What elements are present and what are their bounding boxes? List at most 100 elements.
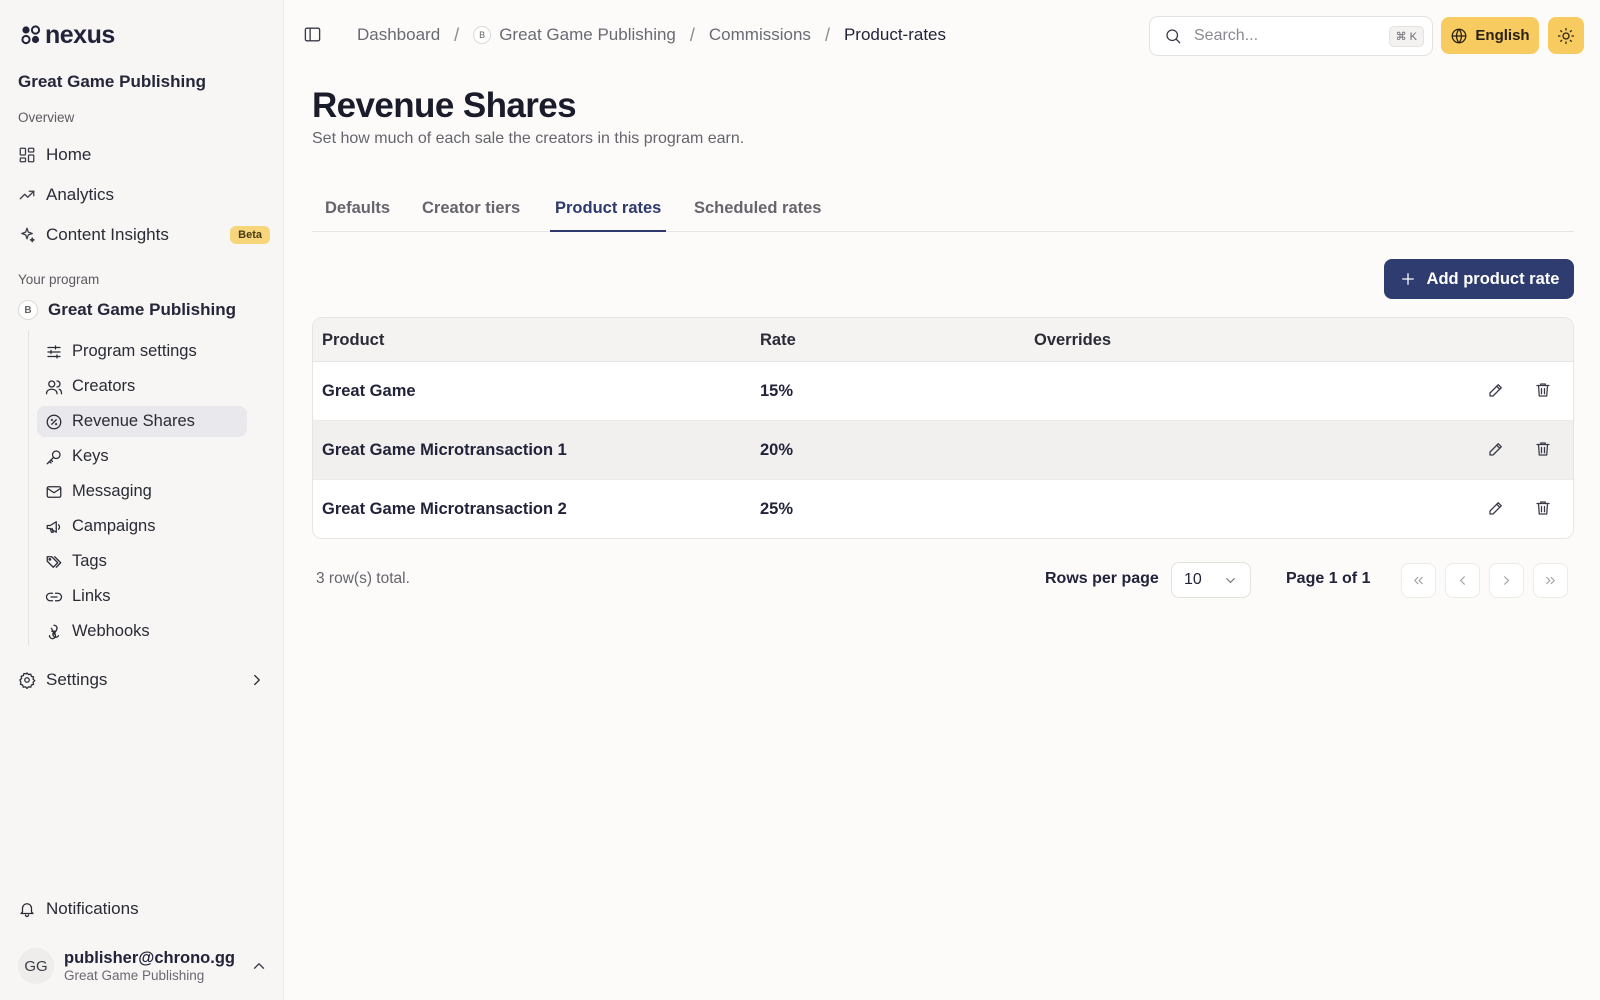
column-header-rate: Rate	[760, 330, 796, 349]
sidebar-toggle-icon[interactable]	[303, 25, 322, 44]
globe-icon	[1450, 27, 1468, 45]
product-cell: Great Game Microtransaction 2	[322, 499, 567, 518]
tab-scheduled-rates[interactable]: Scheduled rates	[689, 190, 826, 232]
tags-icon	[45, 553, 63, 571]
sidebar-item-label: Notifications	[46, 899, 139, 918]
chevron-up-icon	[250, 957, 268, 975]
rows-per-page-value: 10	[1184, 571, 1202, 588]
org-avatar: B	[473, 26, 492, 44]
sidebar-item-label: Analytics	[46, 185, 115, 204]
sidebar-item-campaigns[interactable]: Campaigns	[37, 511, 247, 542]
chevrons-left-icon	[1411, 573, 1426, 588]
search-icon	[1164, 27, 1182, 45]
chevrons-right-icon	[1543, 573, 1558, 588]
table-row: Great Game Microtransaction 1 20%	[313, 421, 1573, 480]
next-page-button[interactable]	[1489, 563, 1524, 598]
rows-total-text: 3 row(s) total.	[316, 570, 410, 587]
theme-toggle-button[interactable]	[1548, 17, 1584, 54]
sidebar-item-label: Revenue Shares	[72, 412, 195, 430]
org-name: Great Game Publishing	[18, 72, 206, 91]
trash-icon[interactable]	[1534, 499, 1552, 517]
sidebar-item-label: Keys	[72, 447, 109, 465]
program-selector[interactable]: B Great Game Publishing	[18, 300, 236, 320]
breadcrumb-dashboard[interactable]: Dashboard	[357, 25, 440, 45]
search-shortcut: ⌘ K	[1388, 25, 1424, 47]
edit-icon[interactable]	[1487, 440, 1505, 458]
sidebar-item-messaging[interactable]: Messaging	[37, 476, 247, 507]
sidebar-item-keys[interactable]: Keys	[37, 441, 247, 472]
megaphone-icon	[45, 518, 63, 536]
sidebar-item-label: Content Insights	[46, 225, 169, 244]
sidebar-item-home[interactable]: Home	[18, 139, 270, 171]
rate-cell: 25%	[760, 499, 794, 518]
edit-icon[interactable]	[1487, 381, 1505, 399]
page-subtitle: Set how much of each sale the creators i…	[312, 130, 745, 147]
gear-icon	[18, 671, 36, 689]
sparkle-icon	[18, 226, 36, 244]
breadcrumb-commissions[interactable]: Commissions	[709, 25, 811, 45]
user-menu[interactable]: GG publisher@chrono.gg Great Game Publis…	[18, 944, 268, 988]
trash-icon[interactable]	[1534, 381, 1552, 399]
sidebar-item-settings[interactable]: Settings	[18, 664, 266, 696]
avatar: GG	[18, 948, 54, 984]
plus-icon	[1399, 270, 1417, 288]
sidebar-item-program-settings[interactable]: Program settings	[37, 336, 247, 367]
last-page-button[interactable]	[1533, 563, 1568, 598]
language-button[interactable]: English	[1441, 17, 1539, 54]
breadcrumb-org[interactable]: B Great Game Publishing	[473, 25, 676, 45]
table-row: Great Game Microtransaction 2 25%	[313, 480, 1573, 538]
chevron-right-icon	[1499, 573, 1514, 588]
sidebar-item-webhooks[interactable]: Webhooks	[37, 616, 247, 647]
rate-cell: 15%	[760, 381, 794, 400]
sidebar-item-label: Tags	[72, 552, 107, 570]
user-org: Great Game Publishing	[64, 967, 205, 983]
edit-icon[interactable]	[1487, 499, 1505, 517]
sidebar-item-label: Settings	[46, 670, 108, 689]
link-icon	[45, 588, 63, 606]
rows-per-page-label: Rows per page	[1045, 570, 1159, 587]
tab-defaults[interactable]: Defaults	[320, 190, 395, 232]
program-section-label: Your program	[18, 272, 100, 287]
product-cell: Great Game	[322, 381, 416, 400]
column-header-overrides: Overrides	[1034, 330, 1112, 349]
add-product-rate-label: Add product rate	[1426, 269, 1560, 288]
rate-cell: 20%	[760, 440, 794, 459]
chevron-down-icon	[1223, 573, 1238, 588]
program-avatar: B	[18, 300, 38, 320]
grid-icon	[18, 146, 36, 164]
breadcrumb-org-label: Great Game Publishing	[499, 25, 676, 44]
table-header: Product Rate Overrides	[313, 318, 1573, 362]
sidebar-item-revenue-shares[interactable]: Revenue Shares	[37, 406, 247, 437]
breadcrumb-separator: /	[689, 24, 695, 45]
sidebar-item-notifications[interactable]: Notifications	[18, 899, 139, 919]
beta-badge: Beta	[230, 226, 270, 244]
mail-icon	[45, 483, 63, 501]
user-info: publisher@chrono.gg Great Game Publishin…	[64, 949, 235, 983]
sidebar-item-analytics[interactable]: Analytics	[18, 179, 270, 211]
trash-icon[interactable]	[1534, 440, 1552, 458]
sidebar-item-links[interactable]: Links	[37, 581, 247, 612]
column-header-product: Product	[322, 330, 385, 349]
bell-icon	[18, 900, 36, 918]
tab-product-rates[interactable]: Product rates	[550, 190, 667, 232]
sidebar-item-creators[interactable]: Creators	[37, 371, 247, 402]
search-input[interactable]: Search... ⌘ K	[1149, 16, 1433, 56]
add-product-rate-button[interactable]: Add product rate	[1384, 259, 1574, 299]
search-placeholder: Search...	[1194, 27, 1259, 44]
breadcrumb-separator: /	[824, 24, 830, 45]
brand-name: nexus	[45, 20, 115, 49]
first-page-button[interactable]	[1401, 563, 1436, 598]
rows-per-page-select[interactable]: 10	[1171, 562, 1251, 598]
sidebar-item-content-insights[interactable]: Content Insights Beta	[18, 219, 270, 251]
table-row: Great Game 15%	[313, 362, 1573, 421]
product-cell: Great Game Microtransaction 1	[322, 440, 567, 459]
nexus-logo[interactable]: nexus	[21, 20, 115, 49]
sidebar-item-label: Webhooks	[72, 622, 150, 640]
previous-page-button[interactable]	[1445, 563, 1480, 598]
chevron-left-icon	[1455, 573, 1470, 588]
users-icon	[45, 378, 63, 396]
product-rates-table: Product Rate Overrides Great Game 15% Gr…	[312, 317, 1574, 539]
sidebar-item-tags[interactable]: Tags	[37, 546, 247, 577]
breadcrumb: Dashboard / B Great Game Publishing / Co…	[357, 22, 946, 48]
tab-creator-tiers[interactable]: Creator tiers	[417, 190, 525, 232]
